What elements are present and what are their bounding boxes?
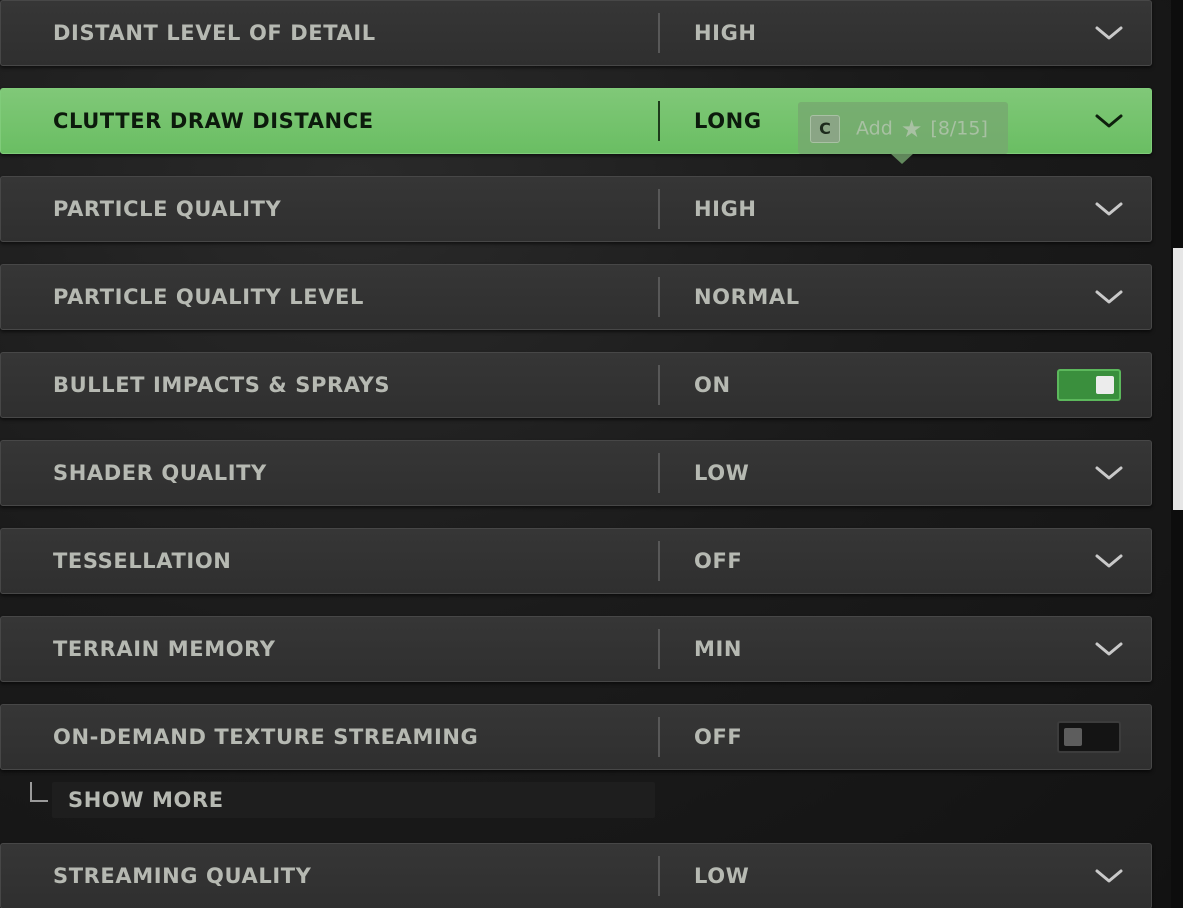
toggle-knob — [1096, 376, 1114, 394]
setting-label: PARTICLE QUALITY — [53, 197, 282, 221]
setting-label: CLUTTER DRAW DISTANCE — [53, 109, 374, 133]
scrollbar-thumb[interactable] — [1173, 248, 1183, 510]
setting-label: DISTANT LEVEL OF DETAIL — [53, 21, 376, 45]
chevron-down-icon[interactable] — [1094, 638, 1124, 660]
setting-value: ON — [694, 373, 731, 397]
show-more-button[interactable]: SHOW MORE — [52, 782, 655, 818]
setting-value: MIN — [694, 637, 743, 661]
setting-label: TERRAIN MEMORY — [53, 637, 276, 661]
divider — [658, 717, 660, 757]
setting-value: LONG — [694, 109, 762, 133]
setting-label: PARTICLE QUALITY LEVEL — [53, 285, 364, 309]
star-icon: ★ — [900, 114, 923, 143]
tooltip-arrow — [890, 153, 914, 164]
setting-label: TESSELLATION — [53, 549, 232, 573]
divider — [658, 13, 660, 53]
setting-value: NORMAL — [694, 285, 800, 309]
setting-row-shader-quality[interactable]: SHADER QUALITY LOW — [0, 440, 1152, 506]
favorite-tooltip: C Add ★ [8/15] — [798, 102, 1008, 154]
divider — [658, 189, 660, 229]
chevron-down-icon[interactable] — [1094, 198, 1124, 220]
setting-label: ON-DEMAND TEXTURE STREAMING — [53, 725, 479, 749]
setting-row-distant-level-of-detail[interactable]: DISTANT LEVEL OF DETAIL HIGH — [0, 0, 1152, 66]
setting-label: BULLET IMPACTS & SPRAYS — [53, 373, 391, 397]
tooltip-text: Add ★ [8/15] — [856, 102, 988, 155]
setting-row-particle-quality-level[interactable]: PARTICLE QUALITY LEVEL NORMAL — [0, 264, 1152, 330]
setting-value: OFF — [694, 549, 743, 573]
setting-row-bullet-impacts-sprays[interactable]: BULLET IMPACTS & SPRAYS ON — [0, 352, 1152, 418]
chevron-down-icon[interactable] — [1094, 110, 1124, 132]
divider — [658, 453, 660, 493]
divider — [658, 541, 660, 581]
tooltip-add-label: Add — [856, 117, 893, 140]
setting-row-streaming-quality[interactable]: STREAMING QUALITY LOW — [0, 843, 1152, 908]
divider — [658, 101, 660, 141]
setting-row-terrain-memory[interactable]: TERRAIN MEMORY MIN — [0, 616, 1152, 682]
setting-value: LOW — [694, 461, 750, 485]
setting-label: STREAMING QUALITY — [53, 864, 312, 888]
keybind-c: C — [810, 115, 840, 143]
toggle-switch[interactable] — [1057, 721, 1121, 753]
divider — [658, 856, 660, 896]
setting-value: HIGH — [694, 197, 757, 221]
divider — [658, 365, 660, 405]
setting-row-on-demand-texture-streaming[interactable]: ON-DEMAND TEXTURE STREAMING OFF — [0, 704, 1152, 770]
chevron-down-icon[interactable] — [1094, 286, 1124, 308]
divider — [658, 629, 660, 669]
show-more-label: SHOW MORE — [68, 788, 224, 812]
chevron-down-icon[interactable] — [1094, 22, 1124, 44]
setting-row-particle-quality[interactable]: PARTICLE QUALITY HIGH — [0, 176, 1152, 242]
setting-value: OFF — [694, 725, 743, 749]
setting-value: HIGH — [694, 21, 757, 45]
corner-bracket-icon — [30, 782, 48, 802]
chevron-down-icon[interactable] — [1094, 462, 1124, 484]
setting-row-tessellation[interactable]: TESSELLATION OFF — [0, 528, 1152, 594]
chevron-down-icon[interactable] — [1094, 550, 1124, 572]
toggle-switch[interactable] — [1057, 369, 1121, 401]
setting-label: SHADER QUALITY — [53, 461, 267, 485]
chevron-down-icon[interactable] — [1094, 865, 1124, 887]
toggle-knob — [1064, 728, 1082, 746]
setting-value: LOW — [694, 864, 750, 888]
divider — [658, 277, 660, 317]
favorite-count: [8/15] — [930, 117, 988, 140]
